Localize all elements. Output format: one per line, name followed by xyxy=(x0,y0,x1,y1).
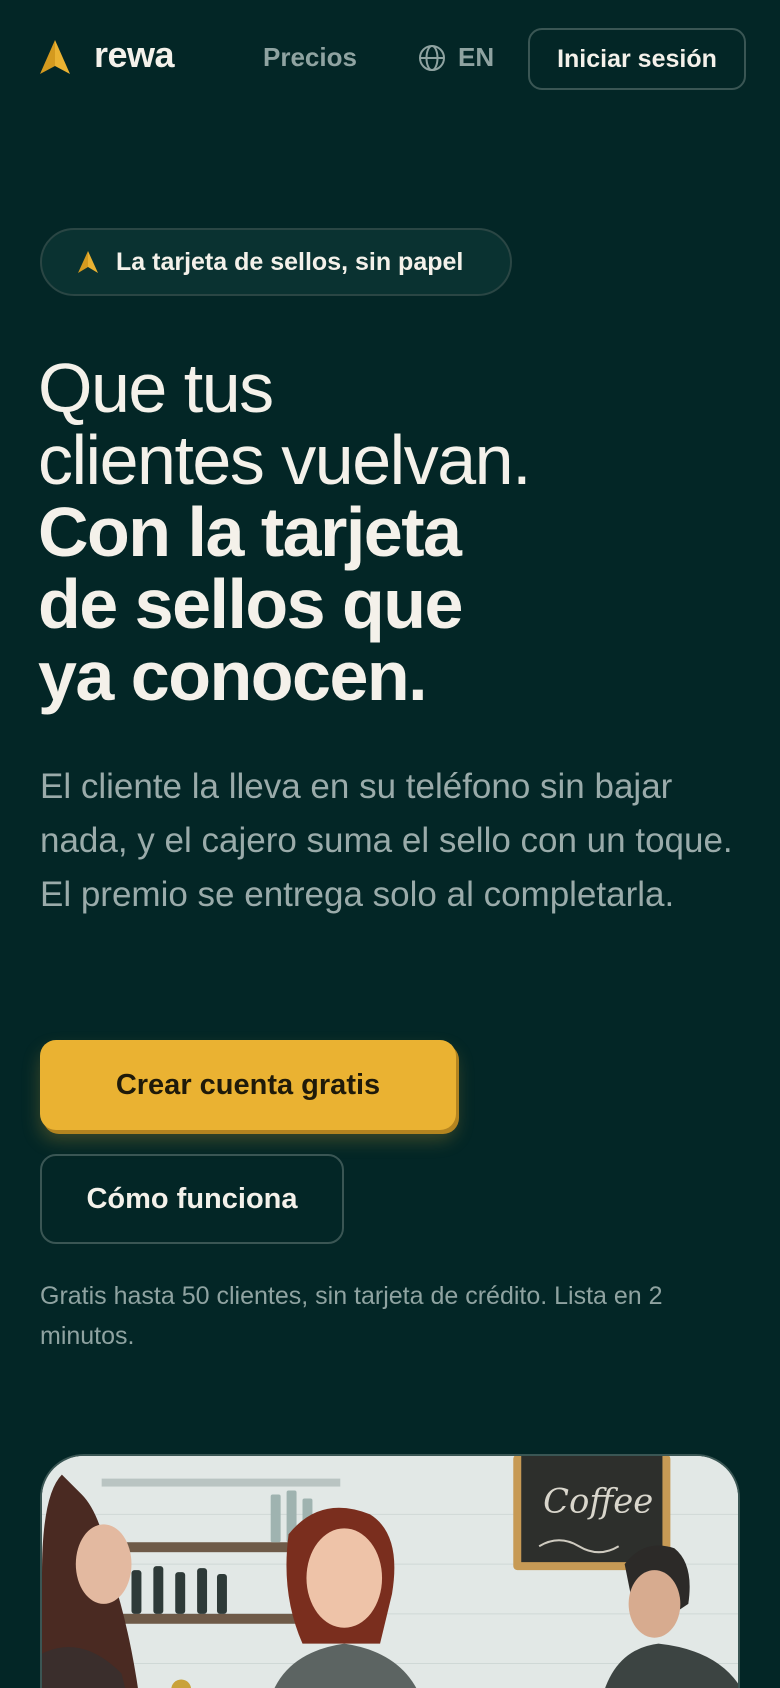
rewa-arrow-logo-icon xyxy=(40,40,70,74)
arrow-icon xyxy=(78,251,98,273)
pricing-link[interactable]: Precios xyxy=(263,42,357,73)
brand-name[interactable]: rewa xyxy=(94,34,175,76)
hero-headline: Que tus clientes vuelvan. Con la tarjeta… xyxy=(38,352,738,712)
language-label: EN xyxy=(458,42,495,72)
hero-badge-text: La tarjeta de sellos, sin papel xyxy=(116,247,464,276)
top-navigation: rewa Precios EN Iniciar sesión xyxy=(0,0,780,118)
headline-line-bold: de sellos que xyxy=(38,565,463,643)
headline-line: Que tus xyxy=(38,349,274,427)
how-it-works-button[interactable]: Cómo funciona xyxy=(40,1154,344,1244)
globe-icon xyxy=(419,44,445,71)
coffee-sign-text: Coffee xyxy=(543,1481,653,1520)
language-switcher[interactable]: EN xyxy=(418,42,494,73)
create-account-button[interactable]: Crear cuenta gratis xyxy=(40,1040,456,1130)
pricing-note: Gratis hasta 50 clientes, sin tarjeta de… xyxy=(40,1282,663,1350)
headline-line-bold: Con la tarjeta xyxy=(38,493,462,571)
headline-line-bold: ya conocen. xyxy=(38,637,428,715)
hero-description: El cliente la lleva en su teléfono sin b… xyxy=(40,767,733,914)
hero-photo-cafe: Coffee xyxy=(40,1454,740,1688)
headline-line: clientes vuelvan. xyxy=(38,421,532,499)
login-button[interactable]: Iniciar sesión xyxy=(528,28,746,90)
cafe-scene-illustration: Coffee xyxy=(42,1456,738,1688)
hero-badge: La tarjeta de sellos, sin papel xyxy=(40,228,512,296)
